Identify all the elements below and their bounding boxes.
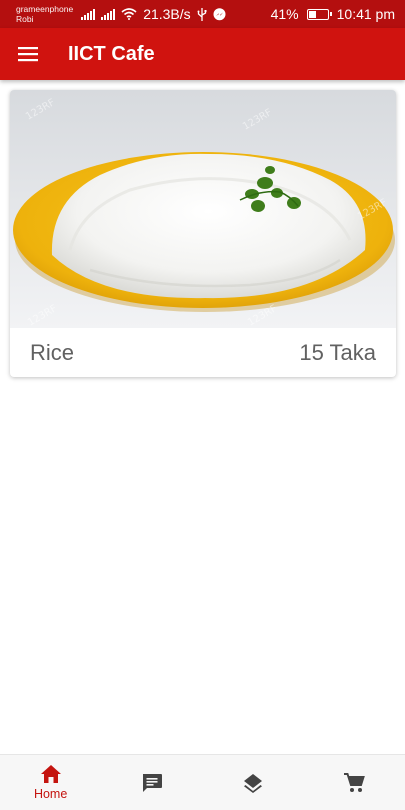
app-title: IICT Cafe <box>68 42 155 65</box>
food-item-card[interactable]: 123RF 123RF 123RF 123RF 123RF Rice 15 Ta… <box>10 90 396 377</box>
network-speed: 21.3B/s <box>143 6 191 22</box>
item-price: 15 Taka <box>299 339 376 365</box>
status-bar: grameenphone Robi 21.3B/s 41% 10:41 pm <box>0 0 405 28</box>
usb-icon <box>197 7 207 21</box>
carrier-1: grameenphone <box>16 4 74 14</box>
nav-home-label: Home <box>33 787 68 801</box>
nav-messages[interactable] <box>101 755 202 810</box>
battery-percent: 41% <box>270 6 299 22</box>
message-icon <box>142 773 162 792</box>
nav-layers[interactable] <box>203 755 304 810</box>
messenger-icon <box>213 7 226 20</box>
carrier-names: grameenphone Robi <box>16 4 73 24</box>
app-bar: IICT Cafe <box>0 28 405 80</box>
battery-icon <box>306 8 332 20</box>
status-icons: 21.3B/s <box>81 6 226 22</box>
home-icon <box>40 765 61 783</box>
hamburger-menu-icon[interactable] <box>0 28 56 80</box>
carrier-2: Robi <box>16 14 34 24</box>
status-right: 41% 10:41 pm <box>271 6 395 22</box>
clock: 10:41 pm <box>336 6 395 22</box>
card-footer: Rice 15 Taka <box>10 328 396 377</box>
status-left: grameenphone Robi 21.3B/s <box>16 4 226 24</box>
item-name: Rice <box>30 339 75 365</box>
signal-icon <box>81 8 96 20</box>
food-image: 123RF 123RF 123RF 123RF 123RF <box>10 90 396 328</box>
nav-home[interactable]: Home <box>0 755 101 810</box>
wifi-icon <box>121 8 137 20</box>
nav-cart[interactable] <box>304 755 405 810</box>
bottom-navigation: Home <box>0 754 405 810</box>
layers-icon <box>244 773 263 793</box>
cart-icon <box>344 772 366 792</box>
signal-icon <box>101 8 116 20</box>
